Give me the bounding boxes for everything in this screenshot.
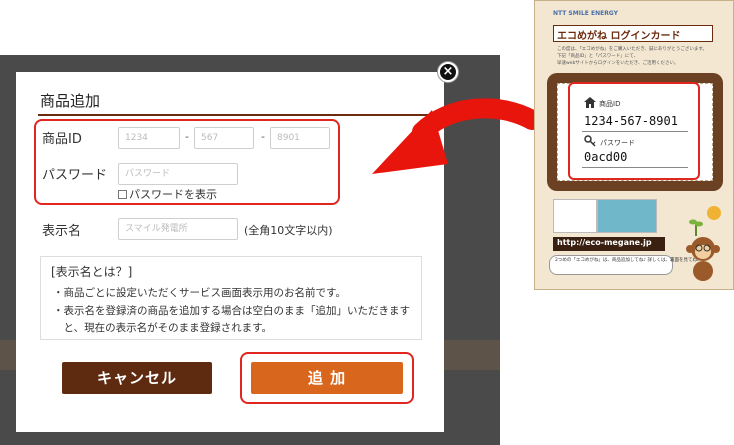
card-highlight-frame — [568, 82, 700, 180]
info-line: ・表示名を登録済の商品を追加する場合は空白のまま「追加」いただきます — [53, 305, 410, 317]
display-name-field[interactable]: スマイル発電所 — [118, 218, 238, 240]
info-line: と、現在の表示名がそのまま登録されます。 — [53, 322, 273, 334]
card-note: 早速webサイトからログインをいただき、ご活用ください。 — [557, 61, 679, 66]
display-name-info-box: [表示名とは？] ・商品ごとに設定いただくサービス画面表示用のお名前です。 ・表… — [40, 256, 422, 340]
pointer-arrow-icon — [372, 98, 540, 174]
card-brand: NTT SMILE ENERGY — [553, 10, 618, 17]
monkey-mascot-icon — [686, 237, 720, 281]
card-title: エコめがね ログインカード — [557, 31, 681, 42]
display-name-hint: (全角10文字以内) — [244, 224, 333, 237]
info-title: [表示名とは？] — [51, 265, 133, 279]
card-screenshot-thumb — [597, 199, 657, 233]
dialog-title: 商品追加 — [40, 92, 101, 110]
close-icon[interactable]: × — [438, 62, 458, 82]
card-url: http://eco-megane.jp — [557, 238, 652, 247]
info-line: ・商品ごとに設定いただくサービス画面表示用のお名前です。 — [53, 287, 346, 299]
card-speech-text: 2つめの「エコめがね」は、商品追加してね♪ 詳しくは、裏面を見てね♪ — [555, 258, 700, 263]
card-note: この度は、「エコめがね」をご購入いただき、誠にありがとうございます。 — [557, 47, 707, 52]
cancel-button[interactable]: キャンセル — [62, 362, 212, 394]
card-screenshot-thumb — [553, 199, 597, 233]
card-note: 下記「商品ID」と「パスワード」にて、 — [557, 54, 639, 59]
display-name-label: 表示名 — [42, 224, 82, 239]
sun-icon — [707, 206, 721, 220]
add-button-highlight-frame — [240, 352, 414, 404]
form-highlight-frame — [34, 119, 340, 205]
